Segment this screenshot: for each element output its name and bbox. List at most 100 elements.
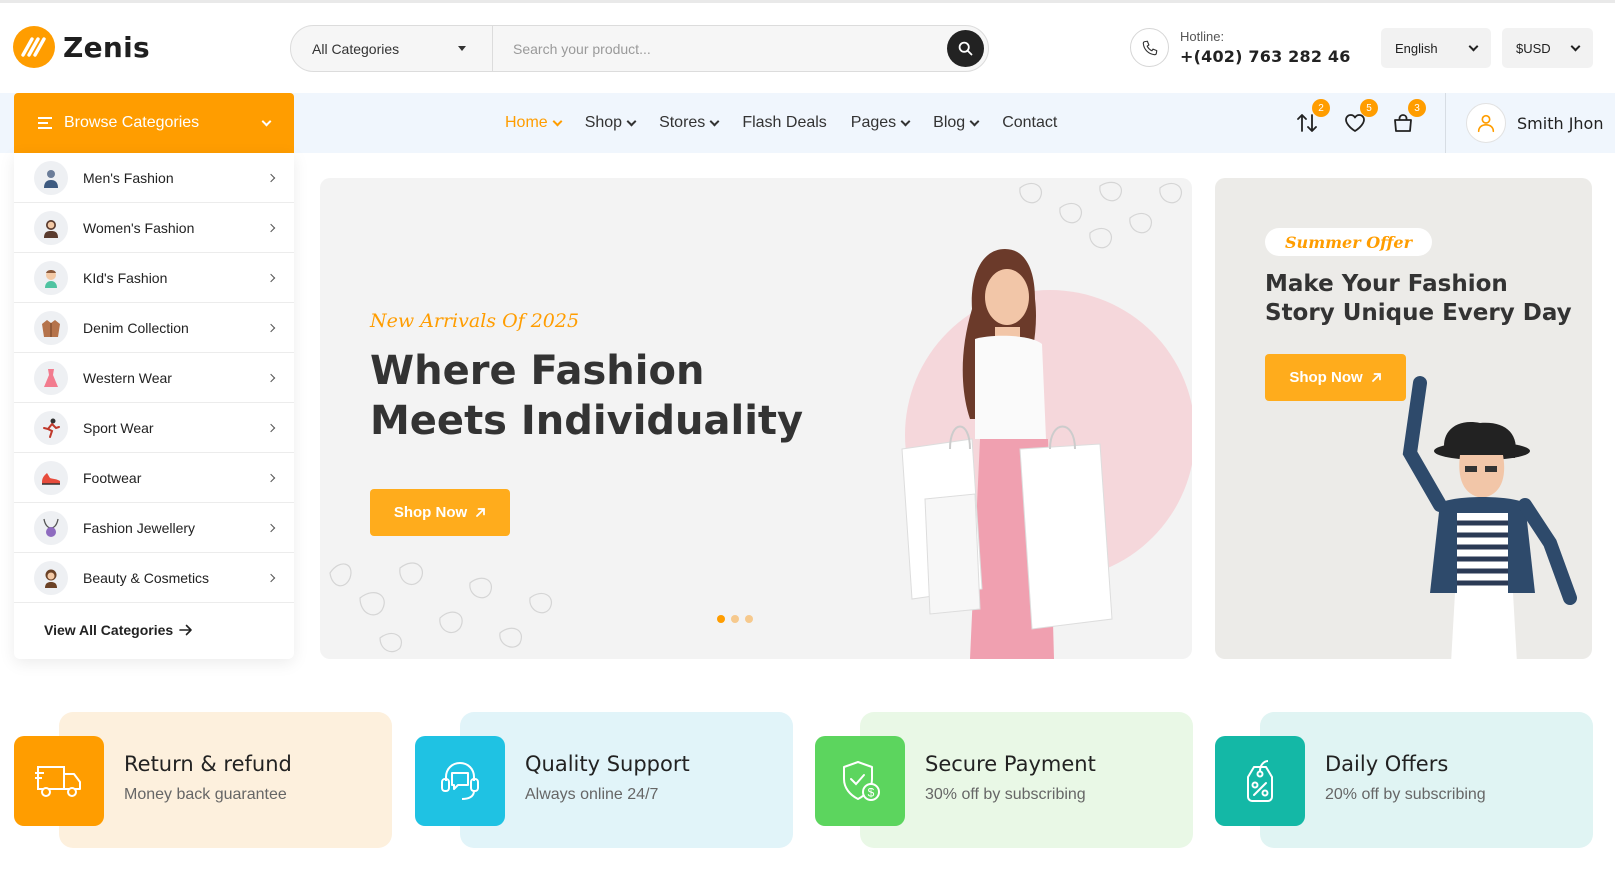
nav-item-pages[interactable]: Pages bbox=[851, 114, 911, 132]
chevron-down-icon bbox=[552, 116, 563, 126]
wishlist-count-badge: 5 bbox=[1360, 99, 1378, 117]
category-item[interactable]: Women's Fashion bbox=[14, 203, 294, 253]
user-icon bbox=[1466, 103, 1506, 143]
category-label: Beauty & Cosmetics bbox=[83, 569, 210, 586]
search-button[interactable] bbox=[947, 30, 984, 67]
browse-categories-button[interactable]: Browse Categories bbox=[14, 93, 294, 153]
nav-item-blog[interactable]: Blog bbox=[933, 114, 980, 132]
sport-icon bbox=[34, 410, 68, 445]
hero-shop-now-label: Shop Now bbox=[393, 504, 468, 521]
jacket-icon bbox=[34, 310, 68, 345]
feature-subtitle: 30% off by subscribing bbox=[925, 786, 1086, 803]
arrow-up-right-icon bbox=[476, 508, 486, 517]
promo-model-image bbox=[1402, 376, 1577, 659]
category-label: Sport Wear bbox=[83, 419, 154, 436]
nav-item-label: Shop bbox=[584, 114, 623, 131]
necklace-icon bbox=[34, 510, 68, 545]
wishlist-button[interactable]: 5 bbox=[1342, 99, 1378, 136]
chevron-down-icon bbox=[1468, 41, 1479, 51]
category-label: Women's Fashion bbox=[83, 219, 195, 236]
chevron-down-icon bbox=[969, 116, 980, 126]
category-item[interactable]: KId's Fashion bbox=[14, 253, 294, 303]
category-item[interactable]: Fashion Jewellery bbox=[14, 503, 294, 553]
category-item[interactable]: Sport Wear bbox=[14, 403, 294, 453]
user-account[interactable]: Smith Jhon bbox=[1466, 103, 1603, 143]
currency-select[interactable]: $USD bbox=[1502, 28, 1593, 68]
feature-card-offers: Daily Offers 20% off by subscribing bbox=[1215, 712, 1607, 848]
feature-card-return: Return & refund Money back guarantee bbox=[14, 712, 406, 848]
svg-text:$: $ bbox=[868, 786, 875, 800]
nav-item-label: Flash Deals bbox=[742, 114, 827, 131]
chevron-right-icon bbox=[266, 223, 276, 232]
hotline: Hotline: +(402) 763 282 46 bbox=[1130, 28, 1351, 67]
caret-down-icon bbox=[458, 46, 466, 51]
browse-categories-label: Browse Categories bbox=[64, 114, 200, 131]
chevron-right-icon bbox=[266, 473, 276, 482]
cart-button[interactable]: 3 bbox=[1390, 99, 1426, 136]
category-label: Men's Fashion bbox=[83, 169, 174, 186]
feature-title: Return & refund bbox=[124, 752, 292, 776]
language-select[interactable]: English bbox=[1381, 28, 1491, 68]
category-item[interactable]: Denim Collection bbox=[14, 303, 294, 353]
chevron-down-icon bbox=[261, 116, 272, 126]
feature-card-background bbox=[460, 712, 793, 848]
feature-subtitle: 20% off by subscribing bbox=[1325, 786, 1486, 803]
view-all-categories-link[interactable]: View All Categories bbox=[14, 603, 294, 657]
compare-button[interactable]: 2 bbox=[1294, 99, 1330, 136]
chevron-right-icon bbox=[266, 373, 276, 382]
beauty-icon bbox=[34, 560, 68, 595]
carousel-dot[interactable] bbox=[717, 615, 725, 623]
feature-title: Daily Offers bbox=[1325, 752, 1449, 776]
language-value: English bbox=[1395, 40, 1438, 56]
hero-banner: New Arrivals Of 2025 Where Fashion Meets… bbox=[320, 178, 1192, 659]
nav-item-label: Blog bbox=[933, 114, 966, 131]
feature-card-background bbox=[1260, 712, 1593, 848]
feature-title: Secure Payment bbox=[925, 752, 1096, 776]
nav-item-home[interactable]: Home bbox=[505, 114, 563, 132]
compare-count-badge: 2 bbox=[1312, 99, 1330, 117]
nav-item-shop[interactable]: Shop bbox=[584, 114, 637, 132]
chevron-down-icon bbox=[626, 116, 637, 126]
category-item[interactable]: Western Wear bbox=[14, 353, 294, 403]
feature-card-support: Quality Support Always online 24/7 bbox=[415, 712, 807, 848]
hotline-number[interactable]: +(402) 763 282 46 bbox=[1180, 47, 1351, 66]
search-input[interactable] bbox=[493, 26, 947, 71]
category-select[interactable]: All Categories bbox=[291, 26, 493, 71]
hero-shop-now-button[interactable]: Shop Now bbox=[370, 489, 510, 536]
woman-icon bbox=[34, 210, 68, 245]
carousel-dot[interactable] bbox=[731, 615, 739, 623]
shoe-icon bbox=[34, 460, 68, 495]
hero-subtitle: New Arrivals Of 2025 bbox=[370, 310, 580, 332]
category-item[interactable]: Footwear bbox=[14, 453, 294, 503]
view-all-label: View All Categories bbox=[44, 622, 174, 638]
carousel-dot[interactable] bbox=[745, 615, 753, 623]
feature-card-background bbox=[59, 712, 392, 848]
nav-item-label: Stores bbox=[659, 114, 706, 131]
category-select-value: All Categories bbox=[312, 40, 400, 57]
category-label: Denim Collection bbox=[83, 319, 189, 336]
category-item[interactable]: Men's Fashion bbox=[14, 153, 294, 203]
search-bar: All Categories bbox=[290, 25, 989, 72]
feature-subtitle: Money back guarantee bbox=[124, 786, 287, 803]
nav-item-label: Contact bbox=[1002, 114, 1058, 131]
chevron-right-icon bbox=[266, 523, 276, 532]
logo-mark-icon bbox=[13, 26, 55, 68]
phone-icon bbox=[1130, 28, 1169, 67]
search-icon bbox=[958, 41, 973, 56]
discount-tag-icon bbox=[1215, 736, 1305, 826]
nav-item-stores[interactable]: Stores bbox=[659, 114, 720, 132]
promo-banner: Summer Offer Make Your Fashion Story Uni… bbox=[1215, 178, 1592, 659]
hero-title: Where Fashion Meets Individuality bbox=[370, 348, 804, 444]
category-label: Western Wear bbox=[83, 369, 172, 386]
nav-item-flash-deals[interactable]: Flash Deals bbox=[742, 114, 826, 132]
nav-menu: Home Shop Stores Flash Deals Pages Blog … bbox=[505, 93, 1057, 153]
truck-icon bbox=[14, 736, 104, 826]
chevron-down-icon bbox=[900, 116, 911, 126]
user-name: Smith Jhon bbox=[1517, 113, 1604, 133]
hotline-label: Hotline: bbox=[1180, 29, 1225, 44]
nav-divider bbox=[1445, 93, 1446, 153]
logo[interactable]: Zenis bbox=[13, 26, 150, 68]
category-item[interactable]: Beauty & Cosmetics bbox=[14, 553, 294, 603]
nav-item-contact[interactable]: Contact bbox=[1002, 114, 1057, 132]
promo-shop-now-label: Shop Now bbox=[1289, 369, 1363, 386]
